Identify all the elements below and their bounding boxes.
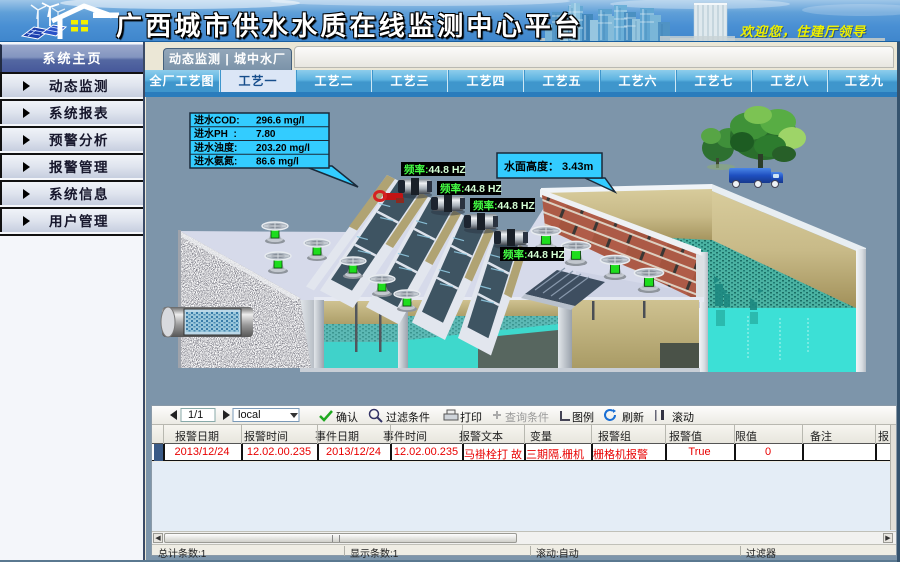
svg-text:进水COD:: 进水COD: — [194, 114, 240, 127]
svg-text:频率:44.8 HZ: 频率:44.8 HZ — [503, 248, 565, 261]
svg-text:203.20 mg/l: 203.20 mg/l — [256, 143, 310, 154]
svg-text:86.6 mg/l: 86.6 mg/l — [256, 157, 299, 168]
svg-text:进水氨氮:: 进水氨氮: — [194, 155, 237, 168]
svg-text:频率:44.8 HZ: 频率:44.8 HZ — [440, 182, 502, 195]
svg-text:频率:44.8 HZ: 频率:44.8 HZ — [404, 163, 466, 176]
svg-text:进水浊度:: 进水浊度: — [194, 141, 237, 154]
svg-text:进水PH :: 进水PH : — [194, 127, 237, 140]
svg-text:频率:44.8 HZ: 频率:44.8 HZ — [473, 199, 535, 212]
svg-text:296.6 mg/l: 296.6 mg/l — [256, 116, 305, 127]
svg-text:水面高度： 3.43m: 水面高度： 3.43m — [504, 159, 593, 173]
svg-text:7.80: 7.80 — [256, 129, 276, 140]
